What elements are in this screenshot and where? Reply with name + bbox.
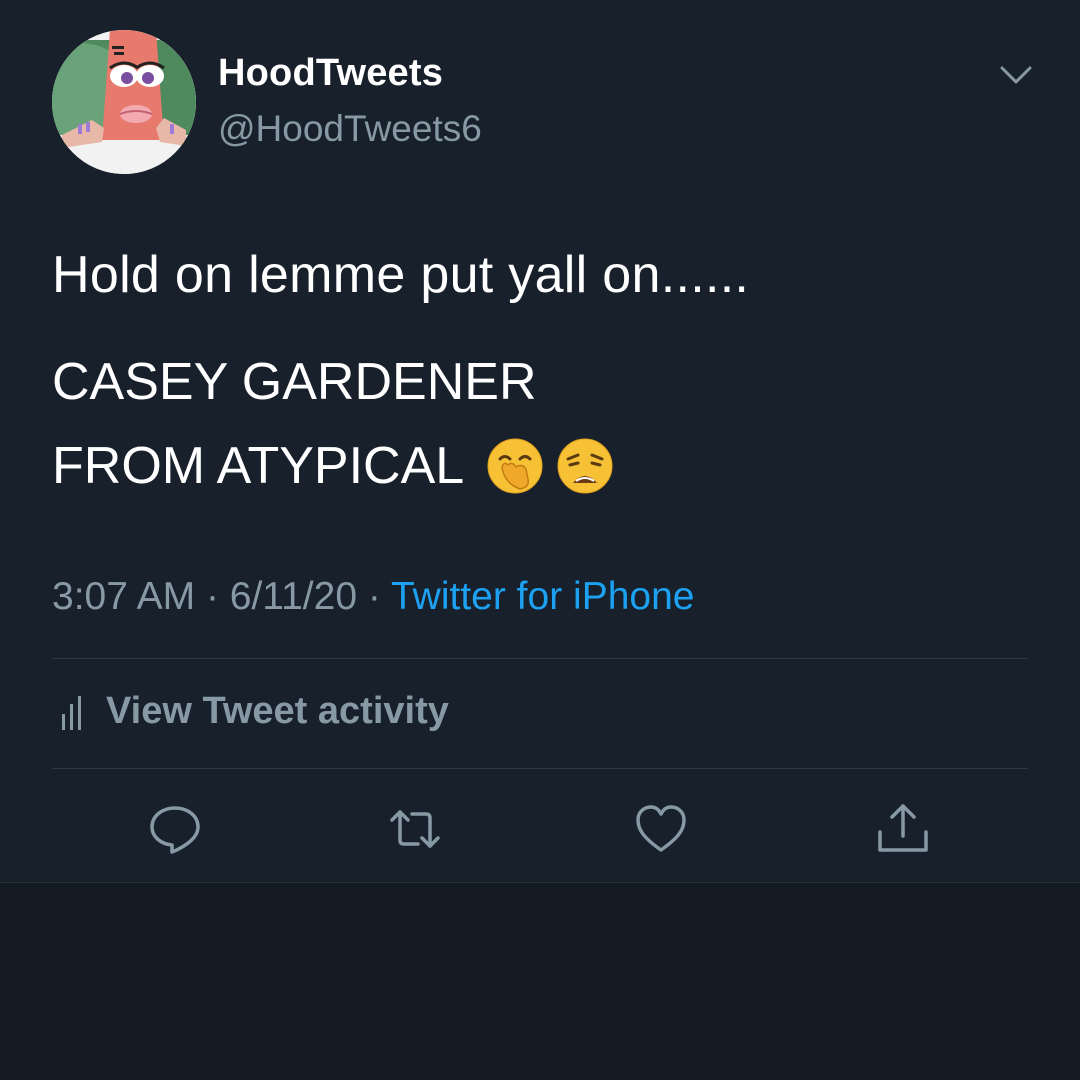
display-name[interactable]: HoodTweets — [218, 52, 443, 95]
tweet-card: HoodTweets @HoodTweets6 Hold on lemme pu… — [0, 0, 1080, 883]
meta-separator: · — [205, 575, 219, 618]
meta-separator: · — [367, 575, 381, 618]
divider — [52, 658, 1028, 659]
tweet-text-line-3: FROM ATYPICAL — [52, 437, 465, 495]
tweet-time: 3:07 AM — [52, 575, 196, 618]
like-icon[interactable] — [634, 802, 688, 856]
tweet-source-link[interactable]: Twitter for iPhone — [391, 575, 694, 618]
reply-icon[interactable] — [148, 802, 202, 856]
chevron-down-icon[interactable] — [998, 60, 1034, 90]
face-with-hand-over-mouth-icon — [487, 438, 543, 494]
avatar[interactable] — [52, 30, 196, 174]
divider — [52, 768, 1028, 769]
retweet-icon[interactable] — [388, 802, 442, 856]
view-tweet-activity-button[interactable]: View Tweet activity — [60, 690, 449, 733]
tweet-text-line-1: Hold on lemme put yall on...... — [52, 246, 750, 304]
weary-face-icon — [557, 438, 613, 494]
user-handle[interactable]: @HoodTweets6 — [218, 108, 482, 150]
tweet-text-line-2: CASEY GARDENER — [52, 353, 537, 411]
cartoon-starfish-avatar-icon — [52, 30, 196, 174]
view-tweet-activity-label: View Tweet activity — [106, 690, 449, 732]
tweet-text-line-3-row: FROM ATYPICAL — [52, 436, 614, 496]
tweet-date: 6/11/20 — [229, 575, 358, 618]
share-icon[interactable] — [876, 802, 930, 856]
tweet-metadata: 3:07 AM · 6/11/20 · Twitter for iPhone — [52, 575, 694, 619]
bar-chart-icon — [62, 695, 81, 730]
